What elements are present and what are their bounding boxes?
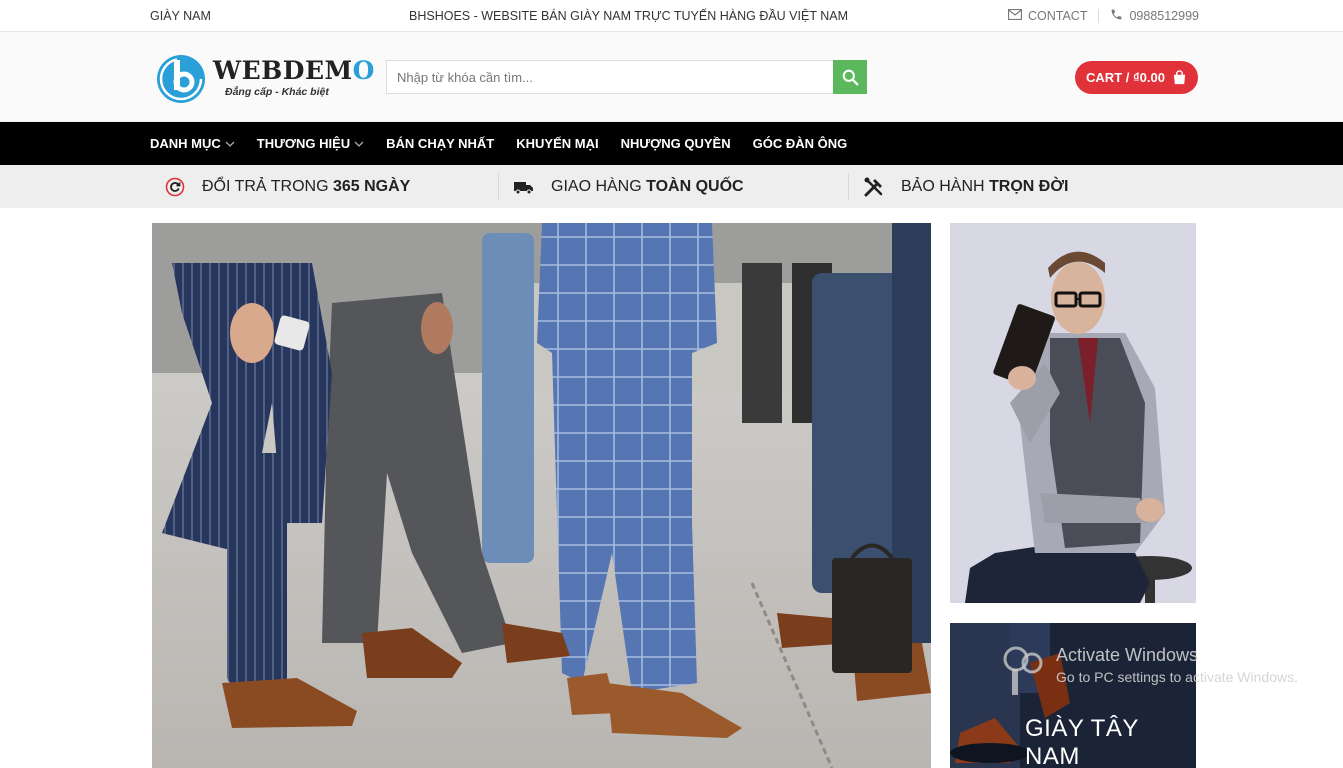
feature-text: BẢO HÀNH xyxy=(901,177,990,195)
site-header: WEBDEMO Đẳng cấp - Khác biệt CART / ₫0.0… xyxy=(0,32,1343,122)
feature-strip: ĐỔI TRẢ TRONG 365 NGÀY GIAO HÀNG TOÀN QU… xyxy=(0,165,1343,208)
contact-link[interactable]: CONTACT xyxy=(1007,8,1088,23)
side-banner-accessories[interactable] xyxy=(950,223,1196,603)
cart-label: CART / ₫0.00 xyxy=(1086,70,1165,85)
side-banner-label: GIÀY TÂY NAM xyxy=(1025,715,1139,768)
hero-photo xyxy=(152,223,931,768)
nav-item-ban-chay-nhat[interactable]: BÁN CHẠY NHẤT xyxy=(386,136,494,151)
search-input[interactable] xyxy=(386,60,833,94)
nav-item-khuyen-mai[interactable]: KHUYẾN MẠI xyxy=(516,136,598,151)
top-bar-contacts: CONTACT 0988512999 xyxy=(1007,8,1199,24)
main-nav: DANH MỤC THƯƠNG HIỆU BÁN CHẠY NHẤT KHUYẾ… xyxy=(0,122,1343,165)
chevron-down-icon xyxy=(354,141,364,147)
top-bar: GIÀY NAM BHSHOES - WEBSITE BÁN GIÀY NAM … xyxy=(0,0,1343,32)
feature-highlight: TRỌN ĐỜI xyxy=(989,177,1069,195)
nav-item-danh-muc[interactable]: DANH MỤC xyxy=(150,136,235,151)
search-icon xyxy=(842,69,858,85)
cart-button[interactable]: CART / ₫0.00 xyxy=(1075,61,1198,94)
feature-divider xyxy=(498,173,499,200)
nav-item-label: GÓC ĐÀN ÔNG xyxy=(752,136,848,151)
chevron-down-icon xyxy=(225,141,235,147)
logo-tagline: Đẳng cấp - Khác biệt xyxy=(225,86,329,98)
feature-divider xyxy=(848,173,849,200)
search-bar xyxy=(386,60,867,94)
top-bar-category-link[interactable]: GIÀY NAM xyxy=(150,9,211,23)
nav-item-label: BÁN CHẠY NHẤT xyxy=(386,136,495,151)
nav-item-label: KHUYẾN MẠI xyxy=(516,136,599,151)
envelope-icon xyxy=(1007,8,1023,23)
side-banner-photo xyxy=(950,223,1196,603)
return-icon xyxy=(164,176,186,198)
contact-label: CONTACT xyxy=(1027,9,1088,23)
nav-item-label: DANH MỤC xyxy=(150,136,221,151)
logo-icon xyxy=(157,55,205,103)
feature-warranty: BẢO HÀNH TRỌN ĐỜI xyxy=(863,165,1068,208)
main-content: GIÀY TÂY NAM xyxy=(0,208,1343,768)
top-bar-slogan: BHSHOES - WEBSITE BÁN GIÀY NAM TRỰC TUYẾ… xyxy=(409,9,848,23)
feature-return: ĐỔI TRẢ TRONG 365 NGÀY xyxy=(164,165,410,208)
feature-highlight: 365 NGÀY xyxy=(332,177,411,195)
feature-text: GIAO HÀNG xyxy=(551,177,647,195)
feature-highlight: TOÀN QUỐC xyxy=(646,177,744,195)
truck-icon xyxy=(513,176,535,198)
nav-item-label: NHƯỢNG QUYỀN xyxy=(620,136,731,151)
nav-item-thuong-hieu[interactable]: THƯƠNG HIỆU xyxy=(257,136,364,151)
top-bar-divider xyxy=(1098,9,1100,23)
hero-banner-image[interactable] xyxy=(152,223,931,768)
logo-name-accent: O xyxy=(352,56,375,85)
shopping-bag-icon xyxy=(1173,70,1186,85)
phone-icon xyxy=(1110,8,1123,24)
feature-shipping: GIAO HÀNG TOÀN QUỐC xyxy=(513,165,744,208)
side-banner-dress-shoes[interactable]: GIÀY TÂY NAM xyxy=(950,623,1196,768)
tools-icon xyxy=(863,176,885,198)
nav-item-goc-dan-ong[interactable]: GÓC ĐÀN ÔNG xyxy=(753,136,848,151)
phone-link[interactable]: 0988512999 xyxy=(1110,8,1199,24)
nav-item-label: THƯƠNG HIỆU xyxy=(256,136,351,151)
phone-number: 0988512999 xyxy=(1129,9,1199,23)
site-logo[interactable]: WEBDEMO Đẳng cấp - Khác biệt xyxy=(155,52,375,104)
search-button[interactable] xyxy=(833,60,867,94)
nav-item-nhuong-quyen[interactable]: NHƯỢNG QUYỀN xyxy=(621,136,731,151)
feature-text: ĐỔI TRẢ TRONG xyxy=(202,177,333,195)
logo-name: WEBDEM xyxy=(213,56,353,85)
